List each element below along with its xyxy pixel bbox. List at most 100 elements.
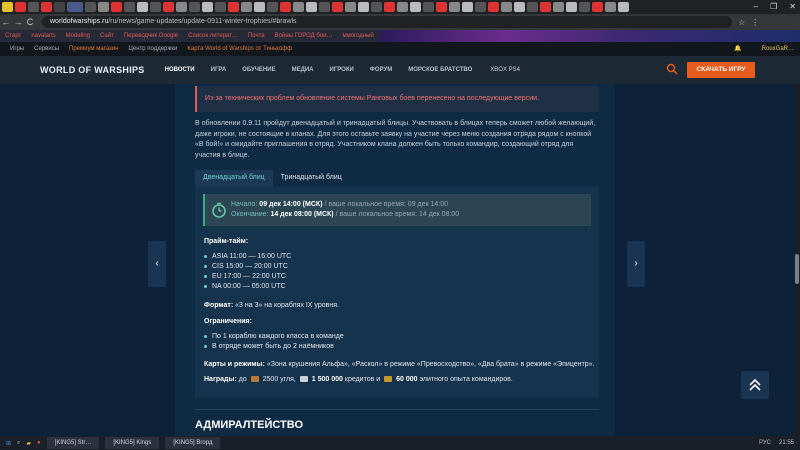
browser-tab[interactable]	[2, 2, 13, 12]
browser-tab[interactable]	[41, 2, 52, 12]
portal-item-games[interactable]: Игры	[10, 46, 24, 52]
search-icon[interactable]	[666, 63, 678, 75]
nav-item-media[interactable]: МЕДИА	[284, 56, 322, 84]
portal-item-card-promo[interactable]: Карта World of Warships от Тинькофф	[187, 46, 292, 52]
back-button[interactable]: ←	[0, 17, 12, 27]
browser-tab[interactable]	[332, 2, 343, 12]
nav-item-forum[interactable]: ФОРУМ	[362, 56, 400, 84]
browser-tab[interactable]	[85, 2, 96, 12]
user-account-name[interactable]: RouxGaR…	[762, 42, 794, 56]
nav-item-brotherhood[interactable]: МОРСКОЕ БРАТСТВО	[400, 56, 480, 84]
bookmark-item[interactable]: Переводчик Google	[119, 33, 183, 39]
reload-button[interactable]: C	[24, 17, 36, 27]
start-menu-icon[interactable]: ⊞	[6, 440, 11, 447]
browser-tab[interactable]	[527, 2, 538, 12]
browser-tab[interactable]	[592, 2, 603, 12]
bookmark-item[interactable]: Войны ГОРОД бои…	[270, 33, 338, 39]
browser-tab[interactable]	[462, 2, 473, 12]
taskbar-task[interactable]: [KING5] Kings	[105, 437, 160, 449]
browser-tab[interactable]	[137, 2, 148, 12]
bookmark-item[interactable]: Modeling	[61, 33, 95, 39]
notifications-bell-icon[interactable]: 🔔	[734, 42, 741, 56]
page-scrollbar[interactable]	[794, 84, 800, 436]
browser-tab[interactable]	[319, 2, 330, 12]
download-game-button[interactable]: СКАЧАТЬ ИГРУ	[687, 62, 755, 78]
browser-tab[interactable]	[475, 2, 486, 12]
browser-tab[interactable]	[345, 2, 356, 12]
browser-tab-active[interactable]	[67, 2, 83, 12]
portal-item-services[interactable]: Сервисы	[34, 46, 59, 52]
browser-tab[interactable]	[501, 2, 512, 12]
search-taskbar-icon[interactable]: ⌕	[17, 440, 20, 447]
tab-thirteenth-blitz[interactable]: Тринадцатый блиц	[273, 170, 350, 186]
browser-tab[interactable]	[358, 2, 369, 12]
taskbar-task[interactable]: [KING5] Вгорд	[165, 437, 221, 449]
browser-tab[interactable]	[423, 2, 434, 12]
tab-twelfth-blitz[interactable]: Двенадцатый блиц	[195, 170, 273, 186]
browser-tab[interactable]	[280, 2, 291, 12]
browser-tab[interactable]	[553, 2, 564, 12]
browser-tab[interactable]	[618, 2, 629, 12]
browser-tab[interactable]	[566, 2, 577, 12]
close-window-button[interactable]: ✕	[789, 0, 796, 14]
browser-tab[interactable]	[54, 2, 65, 12]
browser-tab[interactable]	[189, 2, 200, 12]
browser-tab[interactable]	[15, 2, 26, 12]
minimize-button[interactable]: –	[754, 0, 758, 14]
browser-tab[interactable]	[605, 2, 616, 12]
browser-tab[interactable]	[215, 2, 226, 12]
browser-tab[interactable]	[384, 2, 395, 12]
browser-tab[interactable]	[228, 2, 239, 12]
file-explorer-icon[interactable]: ▰	[26, 440, 31, 447]
browser-tab[interactable]	[449, 2, 460, 12]
browser-tab[interactable]	[514, 2, 525, 12]
forward-button[interactable]: →	[12, 17, 24, 27]
nav-item-players[interactable]: ИГРОКИ	[322, 56, 362, 84]
browser-tab[interactable]	[176, 2, 187, 12]
browser-tab[interactable]	[98, 2, 109, 12]
browser-tab[interactable]	[488, 2, 499, 12]
browser-tab[interactable]	[267, 2, 278, 12]
portal-item-premium-shop[interactable]: Премиум магазин	[69, 46, 118, 52]
chrome-icon[interactable]: ●	[37, 440, 41, 446]
bookmark-item[interactable]: Сайт	[95, 33, 119, 39]
nav-item-news[interactable]: НОВОСТИ	[157, 56, 203, 84]
bookmark-item[interactable]: ммогодный	[337, 33, 378, 39]
scroll-to-top-button[interactable]	[741, 371, 769, 399]
bookmark-item[interactable]: navalarts	[26, 33, 60, 39]
taskbar-task[interactable]: [KING5] Str…	[46, 437, 100, 449]
browser-tab[interactable]	[293, 2, 304, 12]
browser-tab[interactable]	[241, 2, 252, 12]
browser-tab[interactable]	[111, 2, 122, 12]
browser-tab[interactable]	[540, 2, 551, 12]
bookmark-item[interactable]: Список литерат…	[183, 33, 243, 39]
bookmark-star-icon[interactable]: ☆	[738, 18, 745, 27]
prev-article-button[interactable]: ‹	[148, 241, 166, 287]
browser-tab[interactable]	[254, 2, 265, 12]
url-input[interactable]: worldofwarships.ru/ru/news/game-updates/…	[42, 16, 732, 28]
next-article-button[interactable]: ›	[627, 241, 645, 287]
browser-tab[interactable]	[28, 2, 39, 12]
browser-tab[interactable]	[150, 2, 161, 12]
browser-tab[interactable]	[397, 2, 408, 12]
browser-tab[interactable]	[306, 2, 317, 12]
nav-item-learning[interactable]: ОБУЧЕНИЕ	[234, 56, 283, 84]
bookmark-item[interactable]: Почта	[243, 33, 270, 39]
browser-tab[interactable]	[579, 2, 590, 12]
portal-item-support[interactable]: Центр поддержки	[128, 46, 177, 52]
clock[interactable]: 21:55	[779, 436, 794, 450]
nav-item-game[interactable]: ИГРА	[203, 56, 235, 84]
scrollbar-thumb[interactable]	[795, 254, 799, 284]
browser-tab[interactable]	[163, 2, 174, 12]
bookmark-item[interactable]: Старт	[0, 33, 26, 39]
maximize-button[interactable]: ❐	[770, 0, 777, 14]
browser-tab[interactable]	[436, 2, 447, 12]
platform-links[interactable]: XBOX PS4	[490, 67, 520, 73]
extensions-icon[interactable]: ⋮	[751, 18, 759, 27]
browser-tab[interactable]	[371, 2, 382, 12]
language-indicator[interactable]: РУС	[759, 436, 771, 450]
browser-tab[interactable]	[410, 2, 421, 12]
browser-tab[interactable]	[202, 2, 213, 12]
site-logo[interactable]: WORLD OF WARSHIPS	[40, 65, 145, 75]
browser-tab[interactable]	[124, 2, 135, 12]
